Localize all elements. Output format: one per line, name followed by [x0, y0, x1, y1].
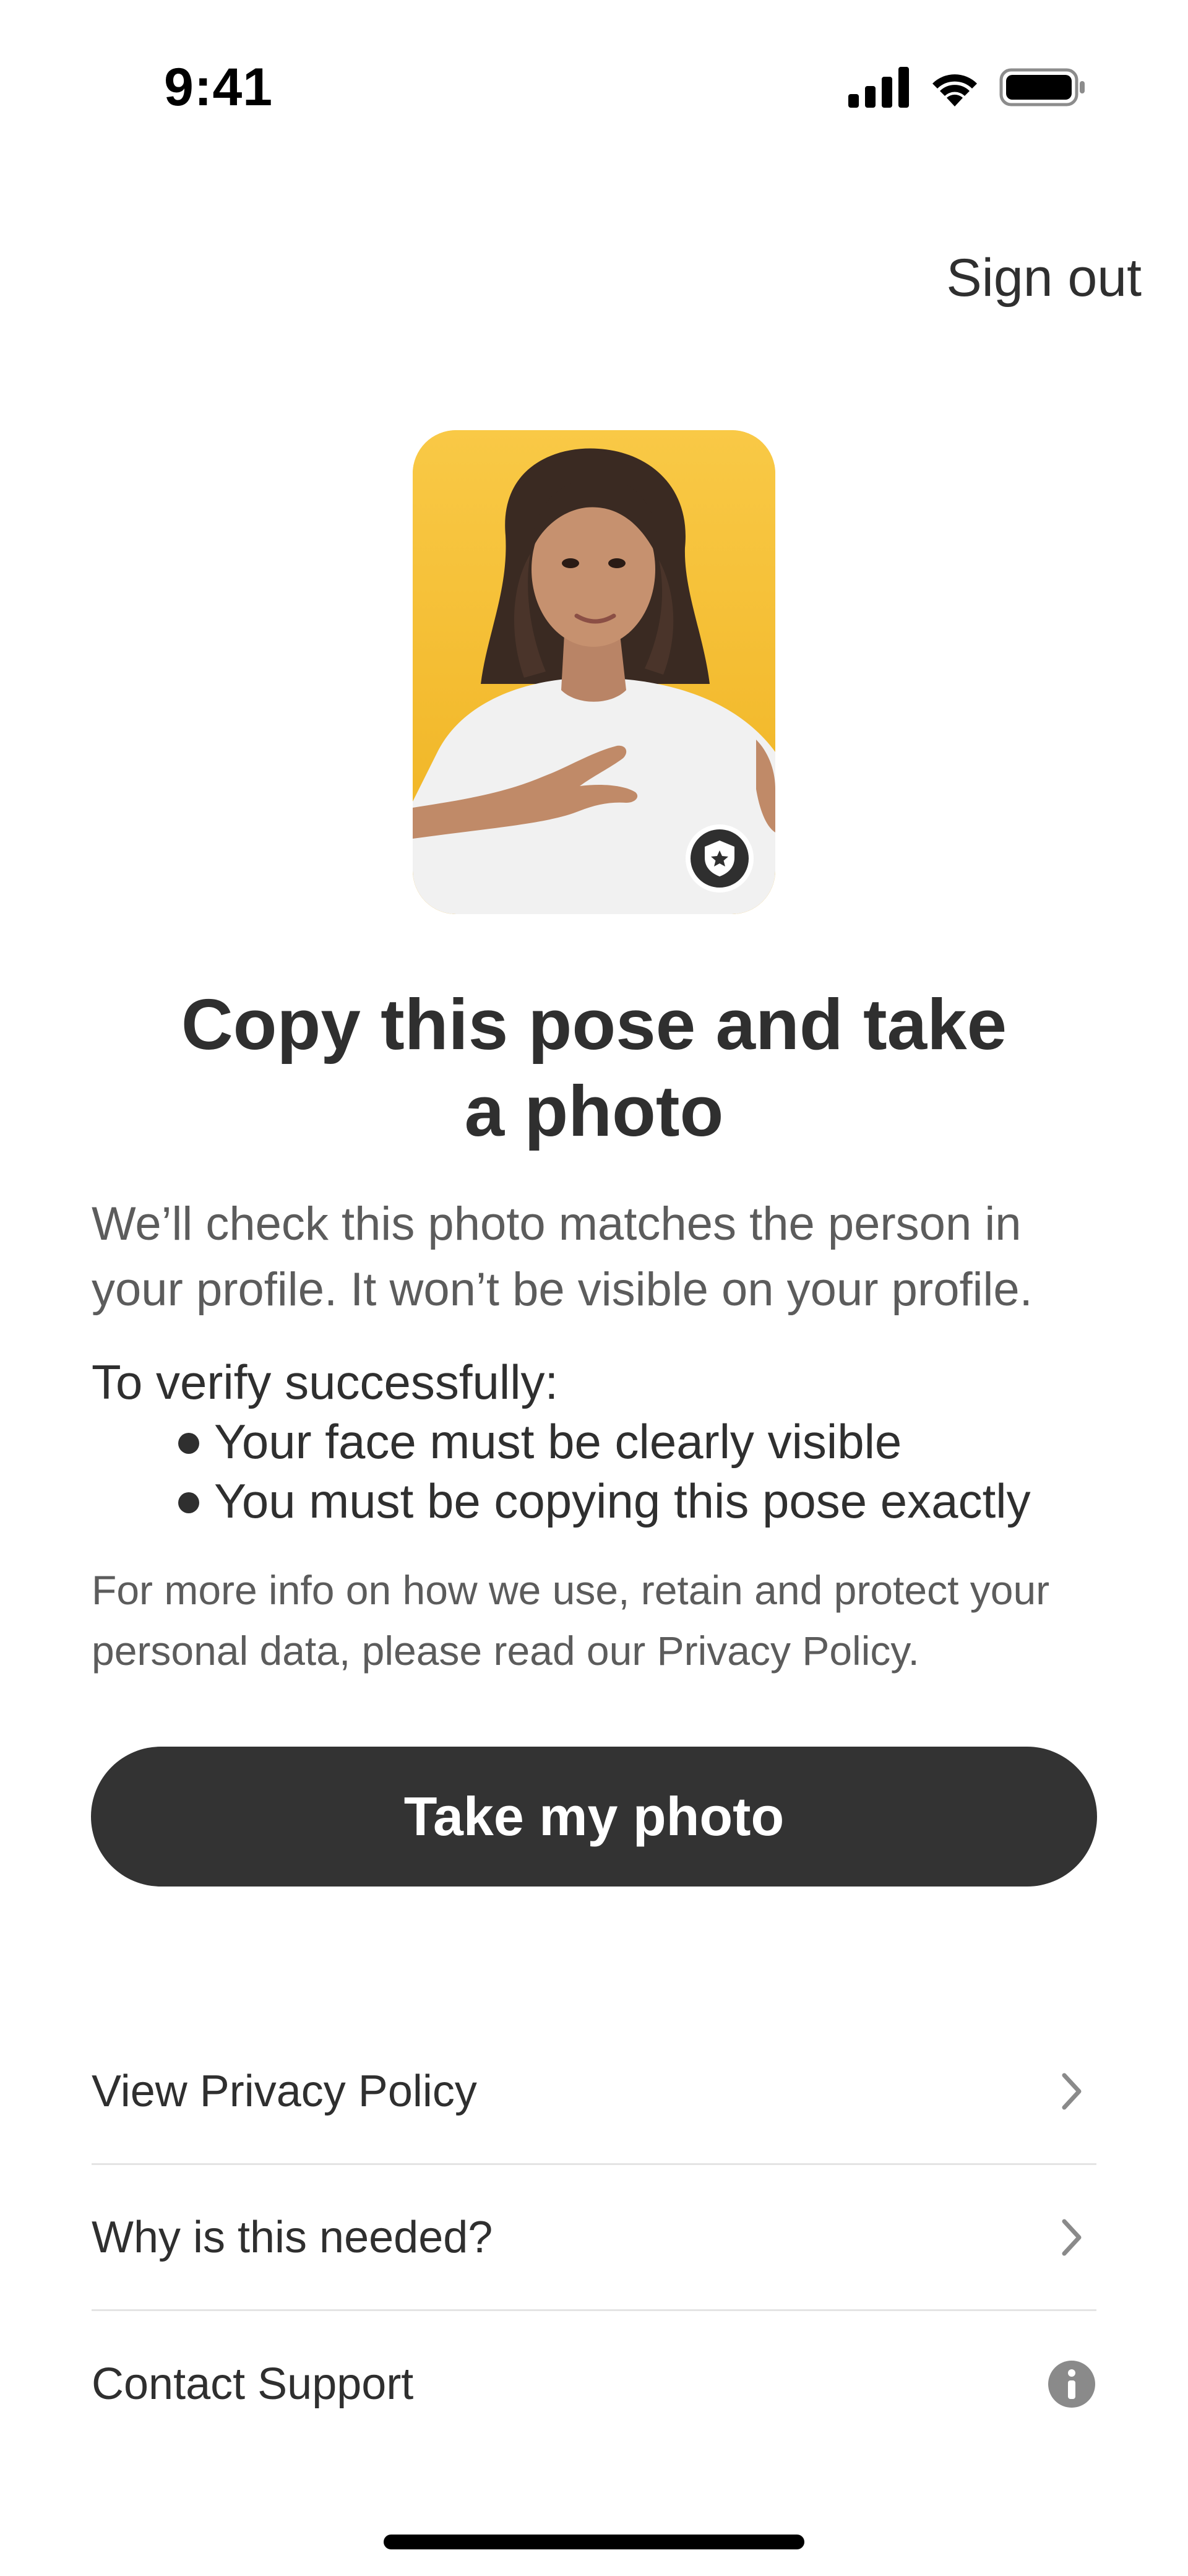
link-label: View Privacy Policy — [92, 2066, 477, 2116]
description-text: We’ll check this photo matches the perso… — [92, 1198, 1033, 1316]
shield-star-icon — [686, 824, 754, 893]
page-title-line-1: Copy this pose and take — [181, 984, 1007, 1065]
battery-icon — [999, 67, 1086, 111]
page-title: Copy this pose and take a photo — [93, 981, 1095, 1154]
sign-out-button[interactable]: Sign out — [946, 248, 1142, 309]
wifi-icon — [926, 67, 983, 111]
cellular-signal-icon — [848, 66, 910, 111]
page-title-line-2: a photo — [464, 1071, 724, 1151]
requirement-item: Your face must be clearly visible — [178, 1412, 1119, 1471]
take-my-photo-button[interactable]: Take my photo — [91, 1747, 1097, 1887]
requirements-block: To verify successfully: Your face must b… — [92, 1352, 1119, 1531]
requirement-item: You must be copying this pose exactly — [178, 1471, 1119, 1531]
status-time: 9:41 — [164, 58, 273, 117]
chevron-right-icon — [1047, 2213, 1096, 2262]
requirements-list: Your face must be clearly visible You mu… — [92, 1412, 1119, 1531]
info-icon — [1047, 2359, 1096, 2409]
chevron-right-icon — [1047, 2067, 1096, 2116]
view-privacy-policy-row[interactable]: View Privacy Policy — [92, 2019, 1096, 2165]
contact-support-row[interactable]: Contact Support — [92, 2311, 1096, 2457]
requirements-title: To verify successfully: — [92, 1355, 559, 1409]
link-label: Contact Support — [92, 2359, 414, 2409]
why-is-this-needed-row[interactable]: Why is this needed? — [92, 2165, 1096, 2311]
privacy-note-text: For more info on how we use, retain and … — [92, 1567, 1050, 1674]
link-label: Why is this needed? — [92, 2212, 493, 2262]
help-links-list: View Privacy Policy Why is this needed? … — [92, 2019, 1096, 2457]
status-bar: 9:41 — [0, 0, 1188, 155]
status-icons — [848, 66, 1086, 111]
home-indicator[interactable] — [384, 2535, 804, 2549]
